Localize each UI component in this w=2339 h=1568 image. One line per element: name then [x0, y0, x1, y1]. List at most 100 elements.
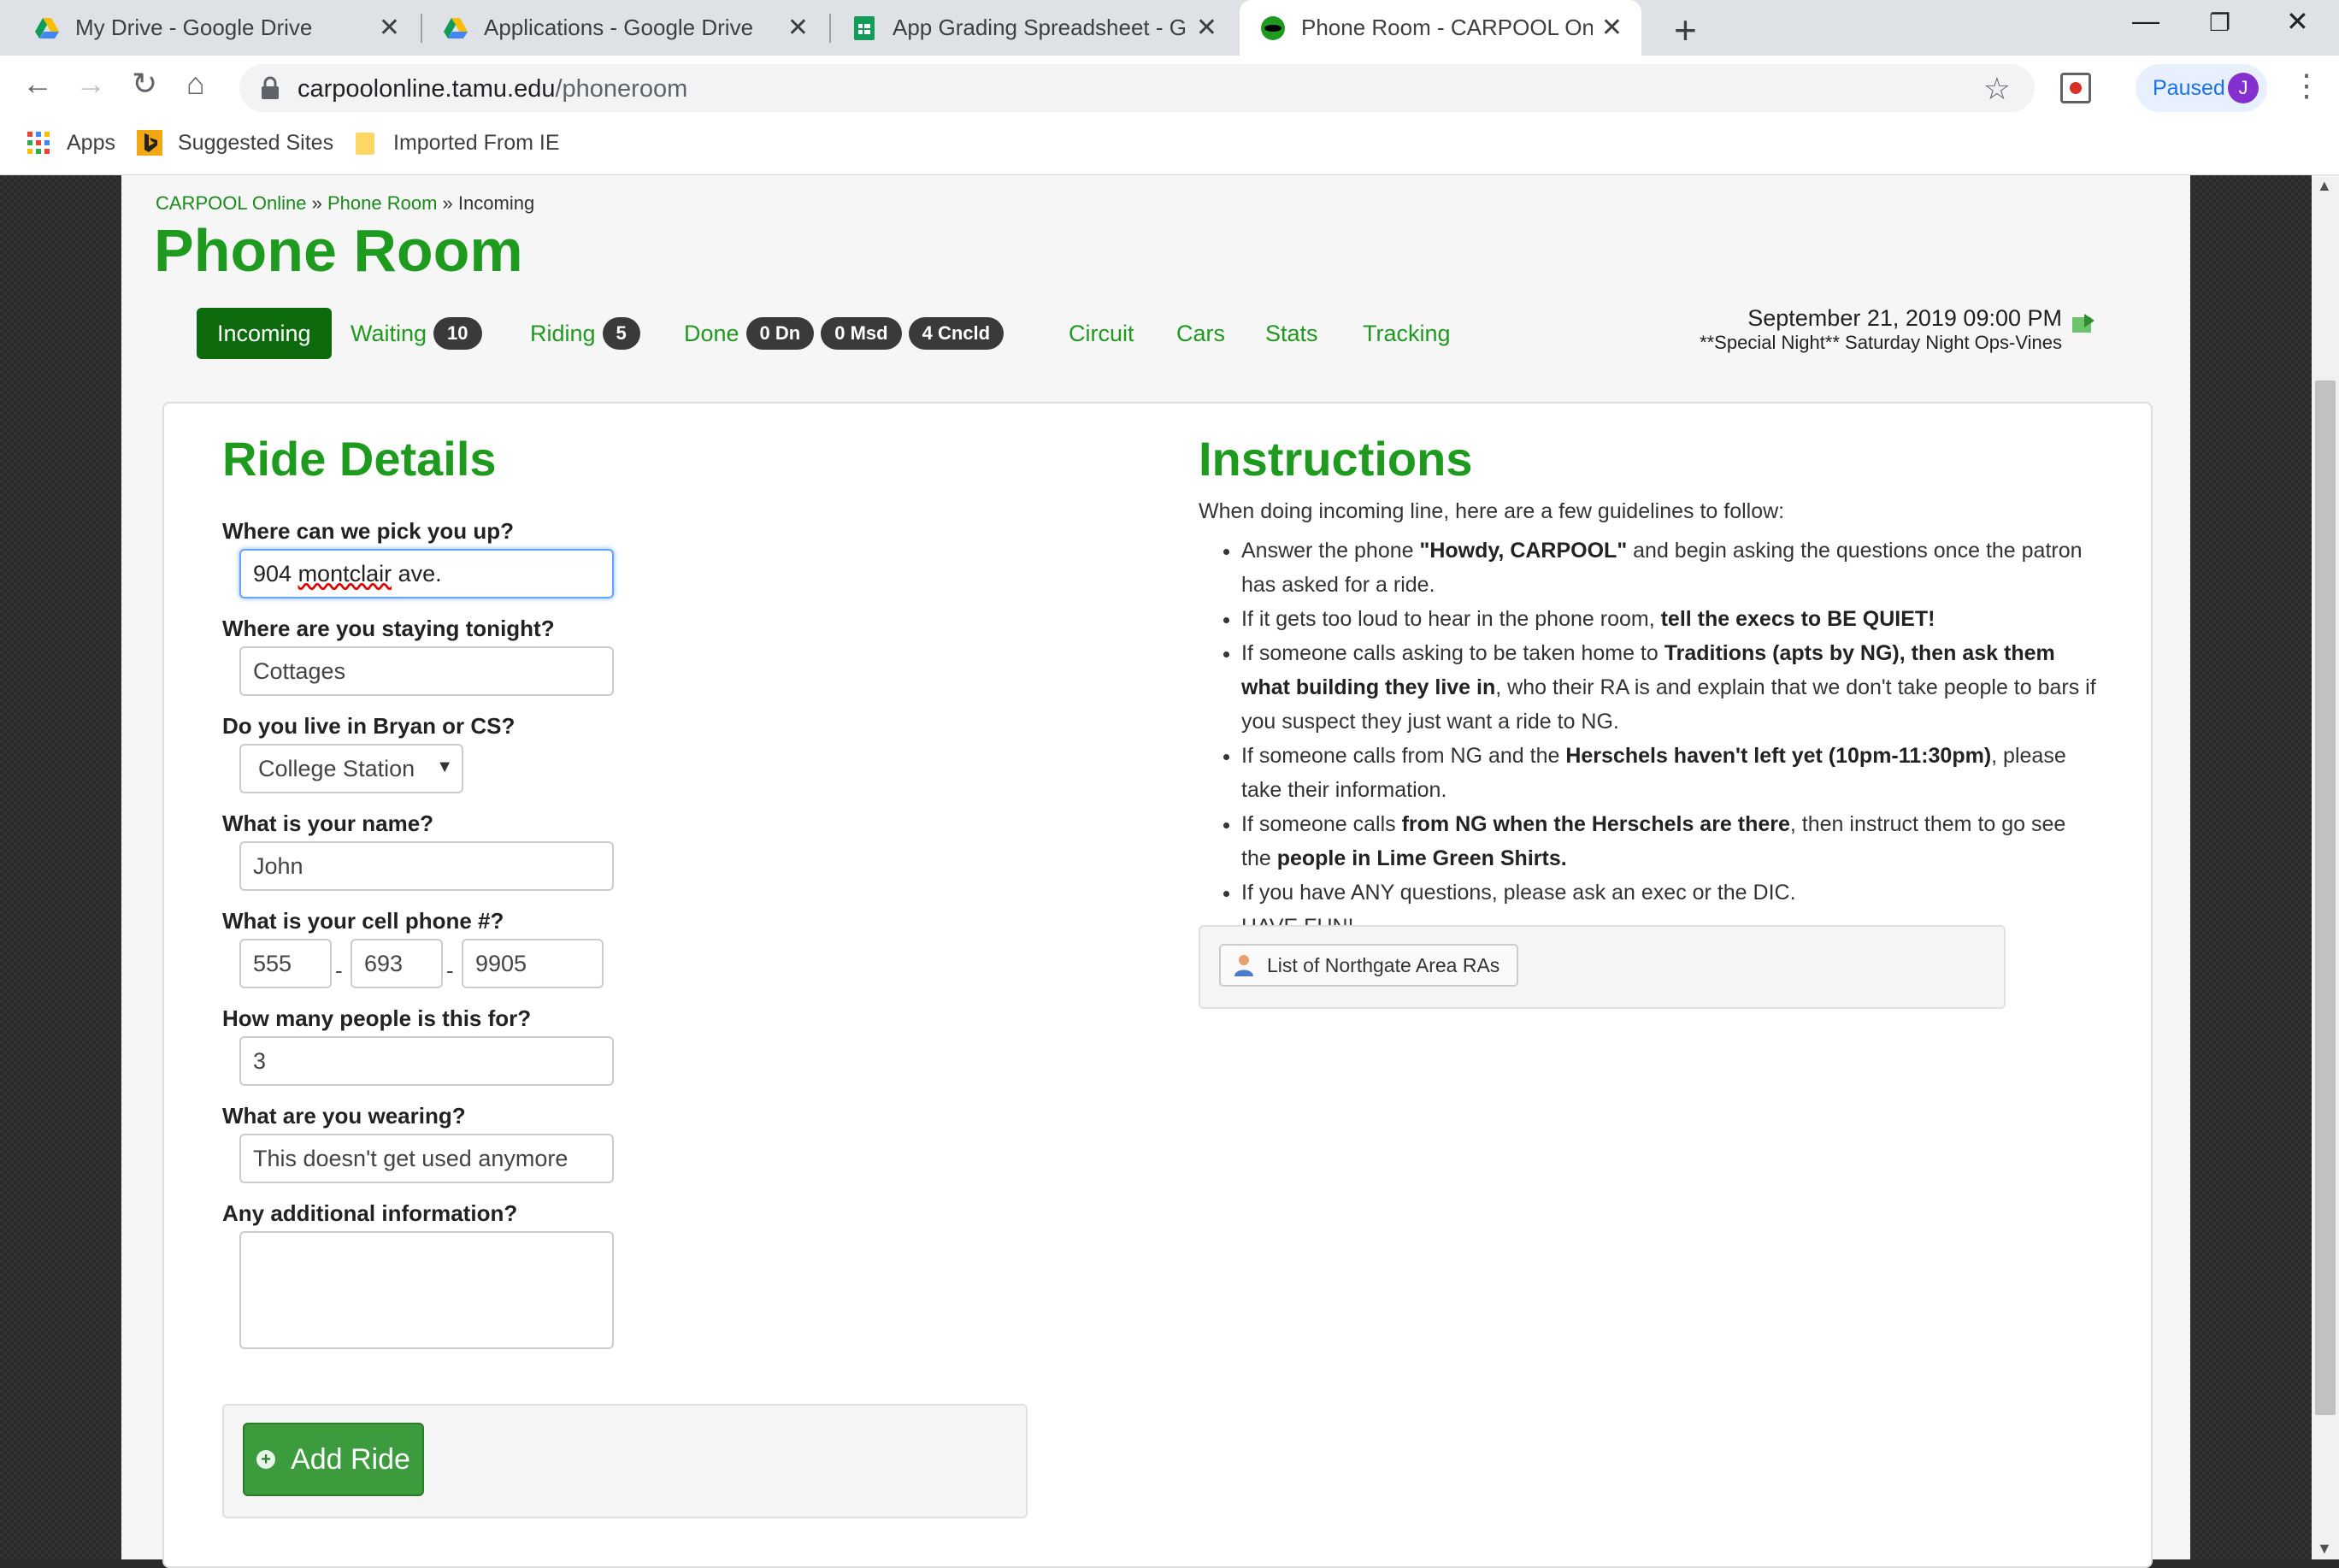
nav-tracking[interactable]: Tracking [1363, 308, 1451, 359]
bookmark-label: Apps [67, 130, 115, 155]
nav-cars[interactable]: Cars [1176, 308, 1225, 359]
instructions-intro: When doing incoming line, here are a few… [1199, 499, 1785, 523]
nav-label: Stats [1265, 320, 1318, 346]
tab-close-icon[interactable]: ✕ [787, 13, 809, 43]
guidelines-list: Answer the phone "Howdy, CARPOOL" and be… [1200, 533, 2096, 944]
pickup-input[interactable]: 904 montclair ave. [239, 549, 614, 598]
guideline-item: If someone calls from NG and the Hersche… [1241, 739, 2096, 807]
nav-stats[interactable]: Stats [1265, 308, 1318, 359]
guideline-item: If you have ANY questions, please ask an… [1241, 875, 2096, 910]
additional-info-label: Any additional information? [222, 1200, 518, 1226]
nav-label: Incoming [217, 320, 311, 346]
pickup-value-misspelled: montclair [298, 561, 392, 587]
waiting-count-badge: 10 [433, 317, 482, 350]
instructions-heading: Instructions [1199, 432, 1473, 486]
home-icon[interactable]: ⌂ [186, 66, 205, 102]
phone-separator: - [446, 958, 454, 983]
nav-label: Riding [530, 320, 596, 346]
shift-info: September 21, 2019 09:00 PM **Special Ni… [1700, 305, 2062, 354]
minimize-icon[interactable]: — [2132, 5, 2159, 37]
bookmark-imported-from-ie[interactable]: Imported From IE [352, 130, 560, 156]
bookmark-suggested-sites[interactable]: Suggested Sites [137, 130, 333, 156]
name-input[interactable]: John [239, 841, 614, 891]
breadcrumb-carpool-online[interactable]: CARPOOL Online [156, 192, 306, 214]
nav-label: Tracking [1363, 320, 1451, 346]
bookmark-apps[interactable]: Apps [26, 130, 115, 156]
close-window-icon[interactable]: ✕ [2286, 5, 2309, 38]
tab-close-icon[interactable]: ✕ [1601, 13, 1623, 43]
pickup-value-prefix: 904 [253, 561, 298, 587]
tab-applications[interactable]: Applications - Google Drive ✕ [409, 0, 828, 56]
folder-icon [356, 133, 374, 155]
phone-label: What is your cell phone #? [222, 908, 504, 934]
browser-tab-strip: My Drive - Google Drive ✕ Applications -… [0, 0, 2339, 56]
lock-icon [262, 76, 279, 99]
profile-button[interactable]: Paused J [2136, 64, 2267, 112]
phone-prefix-input[interactable]: 693 [351, 939, 443, 988]
tab-phone-room[interactable]: Phone Room - CARPOOL Online ✕ [1240, 0, 1641, 56]
menu-icon[interactable]: ⋮ [2291, 68, 2322, 103]
people-count-input[interactable]: 3 [239, 1036, 614, 1086]
bookmark-label: Suggested Sites [178, 130, 334, 155]
nav-incoming[interactable]: Incoming [197, 308, 332, 359]
guideline-item: If it gets too loud to hear in the phone… [1241, 602, 2096, 636]
pickup-label: Where can we pick you up? [222, 518, 514, 544]
nav-label: Waiting [351, 320, 427, 346]
forward-icon[interactable]: → [75, 66, 106, 102]
nav-label: Done [684, 320, 739, 346]
nav-riding[interactable]: Riding 5 [530, 308, 640, 359]
staying-label: Where are you staying tonight? [222, 616, 555, 641]
bookmark-star-icon[interactable]: ☆ [1983, 71, 2011, 107]
tab-close-icon[interactable]: ✕ [379, 13, 400, 43]
user-icon [1234, 955, 1253, 976]
city-label: Do you live in Bryan or CS? [222, 713, 516, 739]
google-sheets-icon [854, 15, 875, 40]
phone-area-code-input[interactable]: 555 [239, 939, 332, 988]
northgate-ra-list-button[interactable]: List of Northgate Area RAs [1219, 944, 1519, 987]
ra-list-label: List of Northgate Area RAs [1267, 953, 1500, 976]
page-scrollbar[interactable]: ▲ ▼ [2312, 175, 2339, 1559]
nav-waiting[interactable]: Waiting 10 [351, 308, 482, 359]
avatar: J [2228, 73, 2259, 103]
city-select[interactable]: College Station ▼ [239, 744, 463, 793]
additional-info-textarea[interactable] [239, 1231, 614, 1349]
phone-line-input[interactable]: 9905 [462, 939, 604, 988]
tab-title: App Grading Spreadsheet - Goog [893, 15, 1187, 40]
staying-input[interactable]: Cottages [239, 646, 614, 696]
apps-grid-icon [27, 132, 50, 154]
tab-my-drive[interactable]: My Drive - Google Drive ✕ [0, 0, 419, 56]
bookmark-label: Imported From IE [393, 130, 560, 155]
scrollbar-thumb[interactable] [2315, 380, 2336, 1415]
tab-title: Applications - Google Drive [484, 15, 754, 40]
restore-icon[interactable]: ❐ [2209, 9, 2230, 37]
add-ride-label: Add Ride [291, 1442, 410, 1476]
switch-night-icon[interactable] [2071, 312, 2096, 336]
new-tab-icon[interactable]: + [1674, 7, 1697, 53]
breadcrumb-current: Incoming [457, 192, 535, 214]
page-title: Phone Room [154, 217, 523, 284]
address-bar[interactable]: carpoolonline.tamu.edu/phoneroom ☆ [239, 64, 2035, 112]
tab-app-grading[interactable]: App Grading Spreadsheet - Goog ✕ [817, 0, 1236, 56]
breadcrumb-separator: » [442, 192, 453, 214]
breadcrumb-phone-room[interactable]: Phone Room [327, 192, 437, 214]
tab-close-icon[interactable]: ✕ [1196, 13, 1217, 43]
plus-circle-icon: + [256, 1450, 276, 1469]
back-icon[interactable]: ← [22, 66, 53, 102]
nav-done[interactable]: Done 0 Dn 0 Msd 4 Cncld [684, 308, 1005, 359]
browser-toolbar: ← → ↻ ⌂ carpoolonline.tamu.edu/phoneroom… [0, 56, 2339, 121]
ra-list-well: List of Northgate Area RAs [1199, 925, 2006, 1009]
nav-circuit[interactable]: Circuit [1069, 308, 1134, 359]
scroll-down-icon[interactable]: ▼ [2317, 1540, 2332, 1558]
reload-icon[interactable]: ↻ [132, 66, 157, 102]
scroll-up-icon[interactable]: ▲ [2317, 177, 2332, 195]
screen-record-icon[interactable] [2060, 73, 2091, 103]
guideline-item: Answer the phone "Howdy, CARPOOL" and be… [1241, 533, 2096, 602]
tab-title: Phone Room - CARPOOL Online [1301, 15, 1593, 40]
pickup-value-suffix: ave. [392, 561, 442, 587]
wearing-input[interactable]: This doesn't get used anymore [239, 1134, 614, 1183]
shift-night-name: **Special Night** Saturday Night Ops-Vin… [1700, 332, 2062, 353]
ride-details-heading: Ride Details [222, 432, 497, 486]
add-ride-button[interactable]: + Add Ride [243, 1423, 424, 1496]
form-actions: + Add Ride [222, 1404, 1028, 1518]
url-path: /phoneroom [555, 75, 688, 103]
